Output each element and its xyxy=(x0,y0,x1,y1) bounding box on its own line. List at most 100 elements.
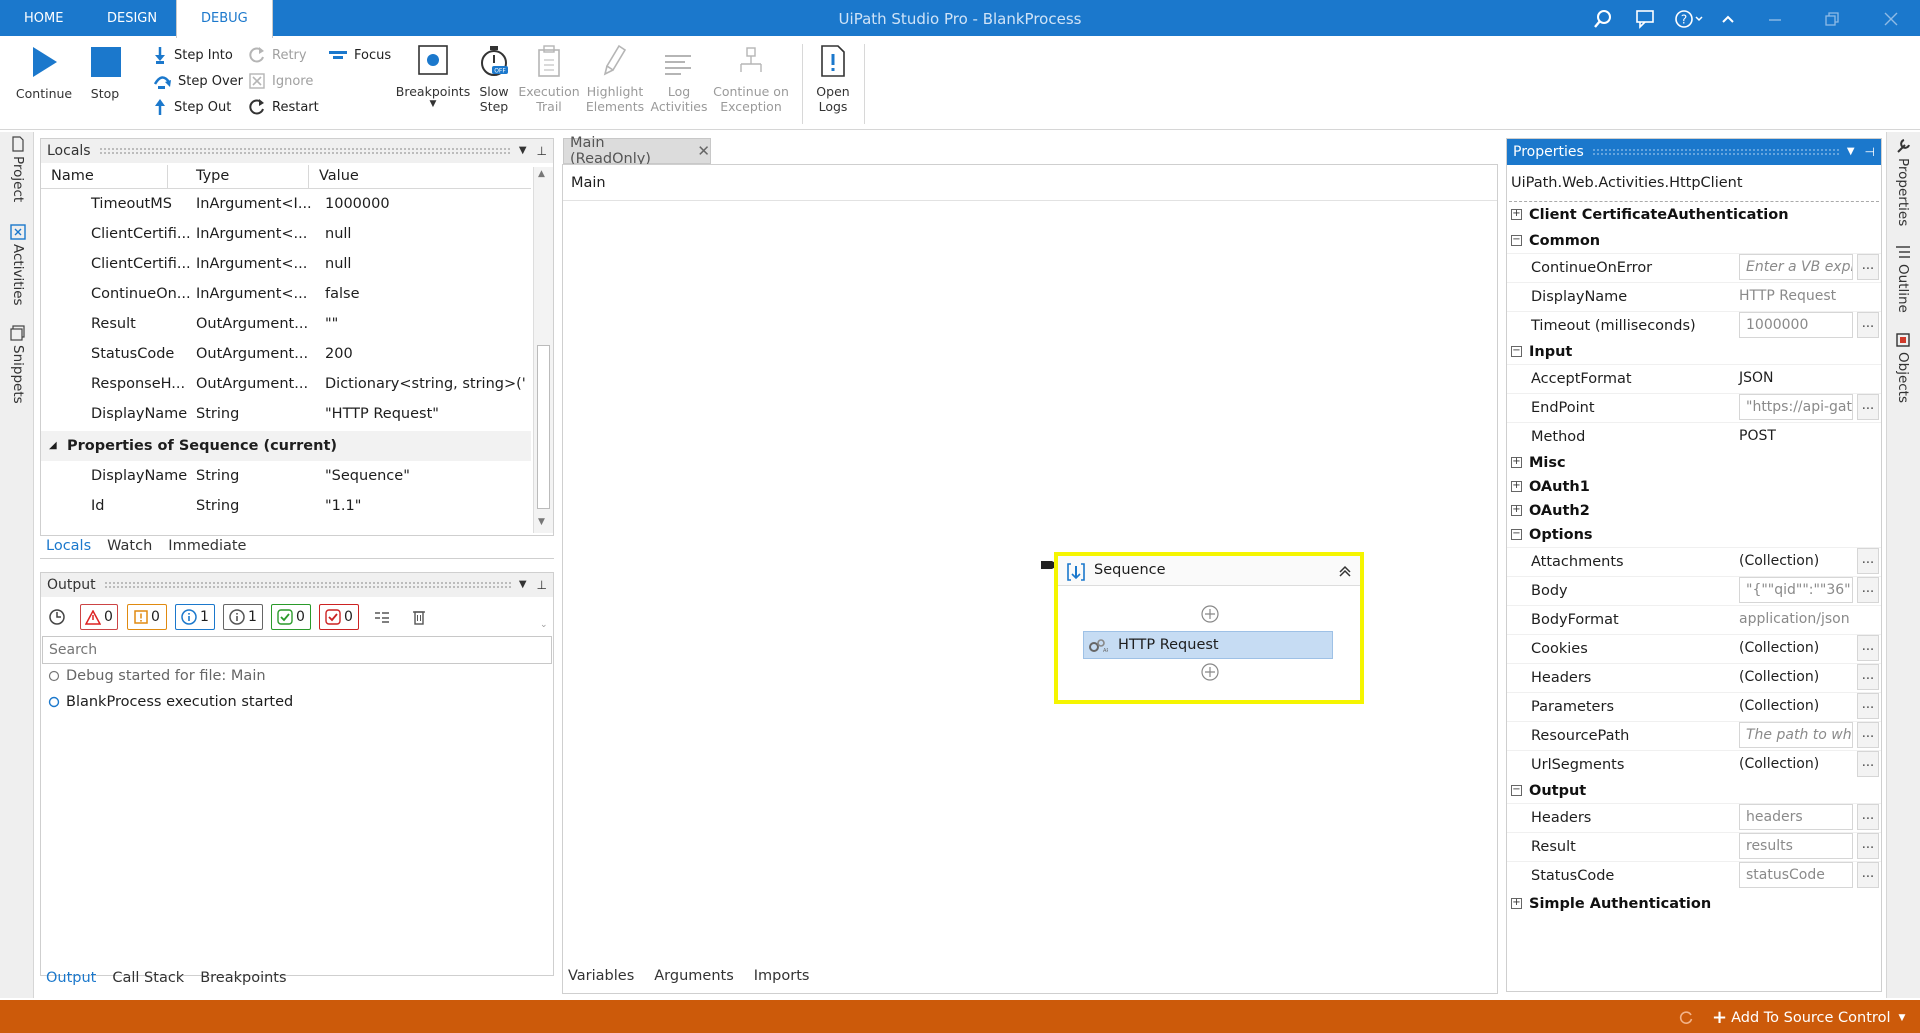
property-section[interactable]: − Common xyxy=(1507,229,1881,253)
restart-button[interactable]: Restart xyxy=(248,94,319,120)
collapse-ribbon-icon[interactable] xyxy=(1715,6,1741,32)
ellipsis-button[interactable]: ... xyxy=(1857,312,1879,338)
column-name[interactable]: Name xyxy=(51,168,94,184)
tab-home[interactable]: HOME xyxy=(0,0,87,38)
property-value-input[interactable]: results xyxy=(1739,833,1853,859)
panel-dropdown-icon[interactable]: ▼ xyxy=(519,139,527,163)
tab-breakpoints[interactable]: Breakpoints xyxy=(200,970,286,986)
property-section[interactable]: − Options xyxy=(1507,523,1881,547)
locals-row[interactable]: Id String "1.1" xyxy=(41,491,531,521)
ellipsis-button[interactable]: ... xyxy=(1857,693,1879,719)
property-section[interactable]: + Misc xyxy=(1507,451,1881,475)
ellipsis-button[interactable]: ... xyxy=(1857,635,1879,661)
close-icon[interactable] xyxy=(1878,6,1904,32)
list-options-icon[interactable] xyxy=(374,609,390,629)
property-section[interactable]: + OAuth2 xyxy=(1507,499,1881,523)
failed-filter[interactable]: 0 xyxy=(319,604,359,630)
designer-tab-main[interactable]: Main (ReadOnly) ✕ xyxy=(563,135,711,167)
retry-button[interactable]: Retry xyxy=(248,42,319,68)
property-value-input[interactable]: "{""qid"":""36"", xyxy=(1739,577,1853,603)
property-value[interactable]: (Collection) xyxy=(1739,665,1819,689)
expand-section-icon[interactable]: + xyxy=(1511,898,1522,909)
locals-row[interactable]: Result OutArgument... "" xyxy=(41,309,531,339)
ellipsis-button[interactable]: ... xyxy=(1857,833,1879,859)
collapse-section-icon[interactable]: − xyxy=(1511,346,1522,357)
step-into-button[interactable]: Step Into xyxy=(152,42,243,68)
locals-row[interactable]: ClientCertifi... InArgument<... null xyxy=(41,219,531,249)
step-out-button[interactable]: Step Out xyxy=(152,94,243,120)
property-value-input[interactable]: headers xyxy=(1739,804,1853,830)
ellipsis-button[interactable]: ... xyxy=(1857,804,1879,830)
tab-imports[interactable]: Imports xyxy=(754,968,810,984)
continue-on-exception-button[interactable]: Continue on Exception xyxy=(710,44,792,114)
add-activity-icon[interactable] xyxy=(1200,604,1220,624)
locals-row[interactable]: TimeoutMS InArgument<I... 1000000 xyxy=(41,189,531,219)
ellipsis-button[interactable]: ... xyxy=(1857,751,1879,777)
warnings-filter[interactable]: 0 xyxy=(127,604,167,630)
collapse-section-icon[interactable]: − xyxy=(1511,529,1522,540)
panel-dropdown-icon[interactable]: ▼ xyxy=(519,573,527,597)
expand-section-icon[interactable]: + xyxy=(1511,505,1522,516)
open-logs-button[interactable]: Open Logs xyxy=(808,44,858,114)
collapse-section-icon[interactable]: − xyxy=(1511,235,1522,246)
property-value[interactable]: (Collection) xyxy=(1739,636,1819,660)
side-tab-project[interactable]: Project xyxy=(10,136,26,202)
locals-row[interactable]: DisplayName String "Sequence" xyxy=(41,461,531,491)
side-tab-activities[interactable]: Activities xyxy=(10,224,26,306)
ellipsis-button[interactable]: ... xyxy=(1857,664,1879,690)
tab-debug[interactable]: DEBUG xyxy=(176,0,273,38)
designer-breadcrumb[interactable]: Main xyxy=(563,165,1497,201)
property-value-input[interactable]: statusCode xyxy=(1739,862,1853,888)
property-value[interactable]: POST xyxy=(1739,424,1776,448)
ellipsis-button[interactable]: ... xyxy=(1857,722,1879,748)
tab-watch[interactable]: Watch xyxy=(107,538,152,554)
column-type[interactable]: Type xyxy=(196,168,229,184)
ellipsis-button[interactable]: ... xyxy=(1857,548,1879,574)
ellipsis-button[interactable]: ... xyxy=(1857,394,1879,420)
locals-row[interactable]: ClientCertifi... InArgument<... null xyxy=(41,249,531,279)
add-to-source-control-button[interactable]: + Add To Source Control ▼ xyxy=(1712,1007,1905,1028)
locals-row[interactable]: ResponseH... OutArgument... Dictionary<s… xyxy=(41,369,531,399)
property-section[interactable]: + Client CertificateAuthentication xyxy=(1507,203,1881,227)
property-value[interactable]: (Collection) xyxy=(1739,694,1819,718)
help-icon[interactable]: ? xyxy=(1672,6,1708,32)
expand-section-icon[interactable]: + xyxy=(1511,481,1522,492)
property-value-input[interactable]: The path to whi xyxy=(1739,722,1853,748)
locals-row[interactable]: ContinueOn... InArgument<... false xyxy=(41,279,531,309)
focus-button[interactable]: Focus xyxy=(328,42,391,68)
ignore-button[interactable]: Ignore xyxy=(248,68,319,94)
ellipsis-button[interactable]: ... xyxy=(1857,862,1879,888)
property-value[interactable]: HTTP Request xyxy=(1739,284,1836,308)
add-activity-icon[interactable] xyxy=(1200,662,1220,682)
property-value[interactable]: (Collection) xyxy=(1739,549,1819,573)
pin-icon[interactable]: ⊥ xyxy=(537,139,547,163)
stop-button[interactable]: Stop xyxy=(84,44,126,101)
collapse-icon[interactable] xyxy=(1338,564,1352,578)
trace-filter[interactable]: 1 xyxy=(223,604,263,630)
side-tab-properties[interactable]: Properties xyxy=(1895,138,1911,226)
locals-row[interactable]: DisplayName String "HTTP Request" xyxy=(41,399,531,429)
property-value[interactable]: (Collection) xyxy=(1739,752,1819,776)
panel-dropdown-icon[interactable]: ▼ xyxy=(1847,140,1855,164)
errors-filter[interactable]: 0 xyxy=(80,604,118,630)
property-section[interactable]: − Input xyxy=(1507,340,1881,364)
expand-section-icon[interactable]: + xyxy=(1511,457,1522,468)
property-section[interactable]: + Simple Authentication xyxy=(1507,892,1881,916)
sequence-activity[interactable]: Sequence API HTTP Request xyxy=(1054,552,1364,704)
property-value-input[interactable]: "https://api-gat xyxy=(1739,394,1853,420)
success-filter[interactable]: 0 xyxy=(271,604,311,630)
pin-icon[interactable]: ⊥ xyxy=(537,573,547,597)
restore-icon[interactable] xyxy=(1819,6,1845,32)
sync-icon[interactable] xyxy=(1678,1009,1694,1025)
tab-immediate[interactable]: Immediate xyxy=(168,538,246,554)
minimize-icon[interactable] xyxy=(1762,6,1788,32)
scrollbar-thumb[interactable] xyxy=(537,345,550,509)
tab-locals[interactable]: Locals xyxy=(46,538,91,554)
tab-call-stack[interactable]: Call Stack xyxy=(112,970,184,986)
slow-step-button[interactable]: OFF Slow Step xyxy=(472,44,516,114)
expand-triangle-icon[interactable]: ◢ xyxy=(49,431,57,461)
tab-variables[interactable]: Variables xyxy=(568,968,634,984)
ellipsis-button[interactable]: ... xyxy=(1857,254,1879,280)
info-filter[interactable]: 1 xyxy=(175,604,215,630)
tab-design[interactable]: DESIGN xyxy=(83,0,181,38)
